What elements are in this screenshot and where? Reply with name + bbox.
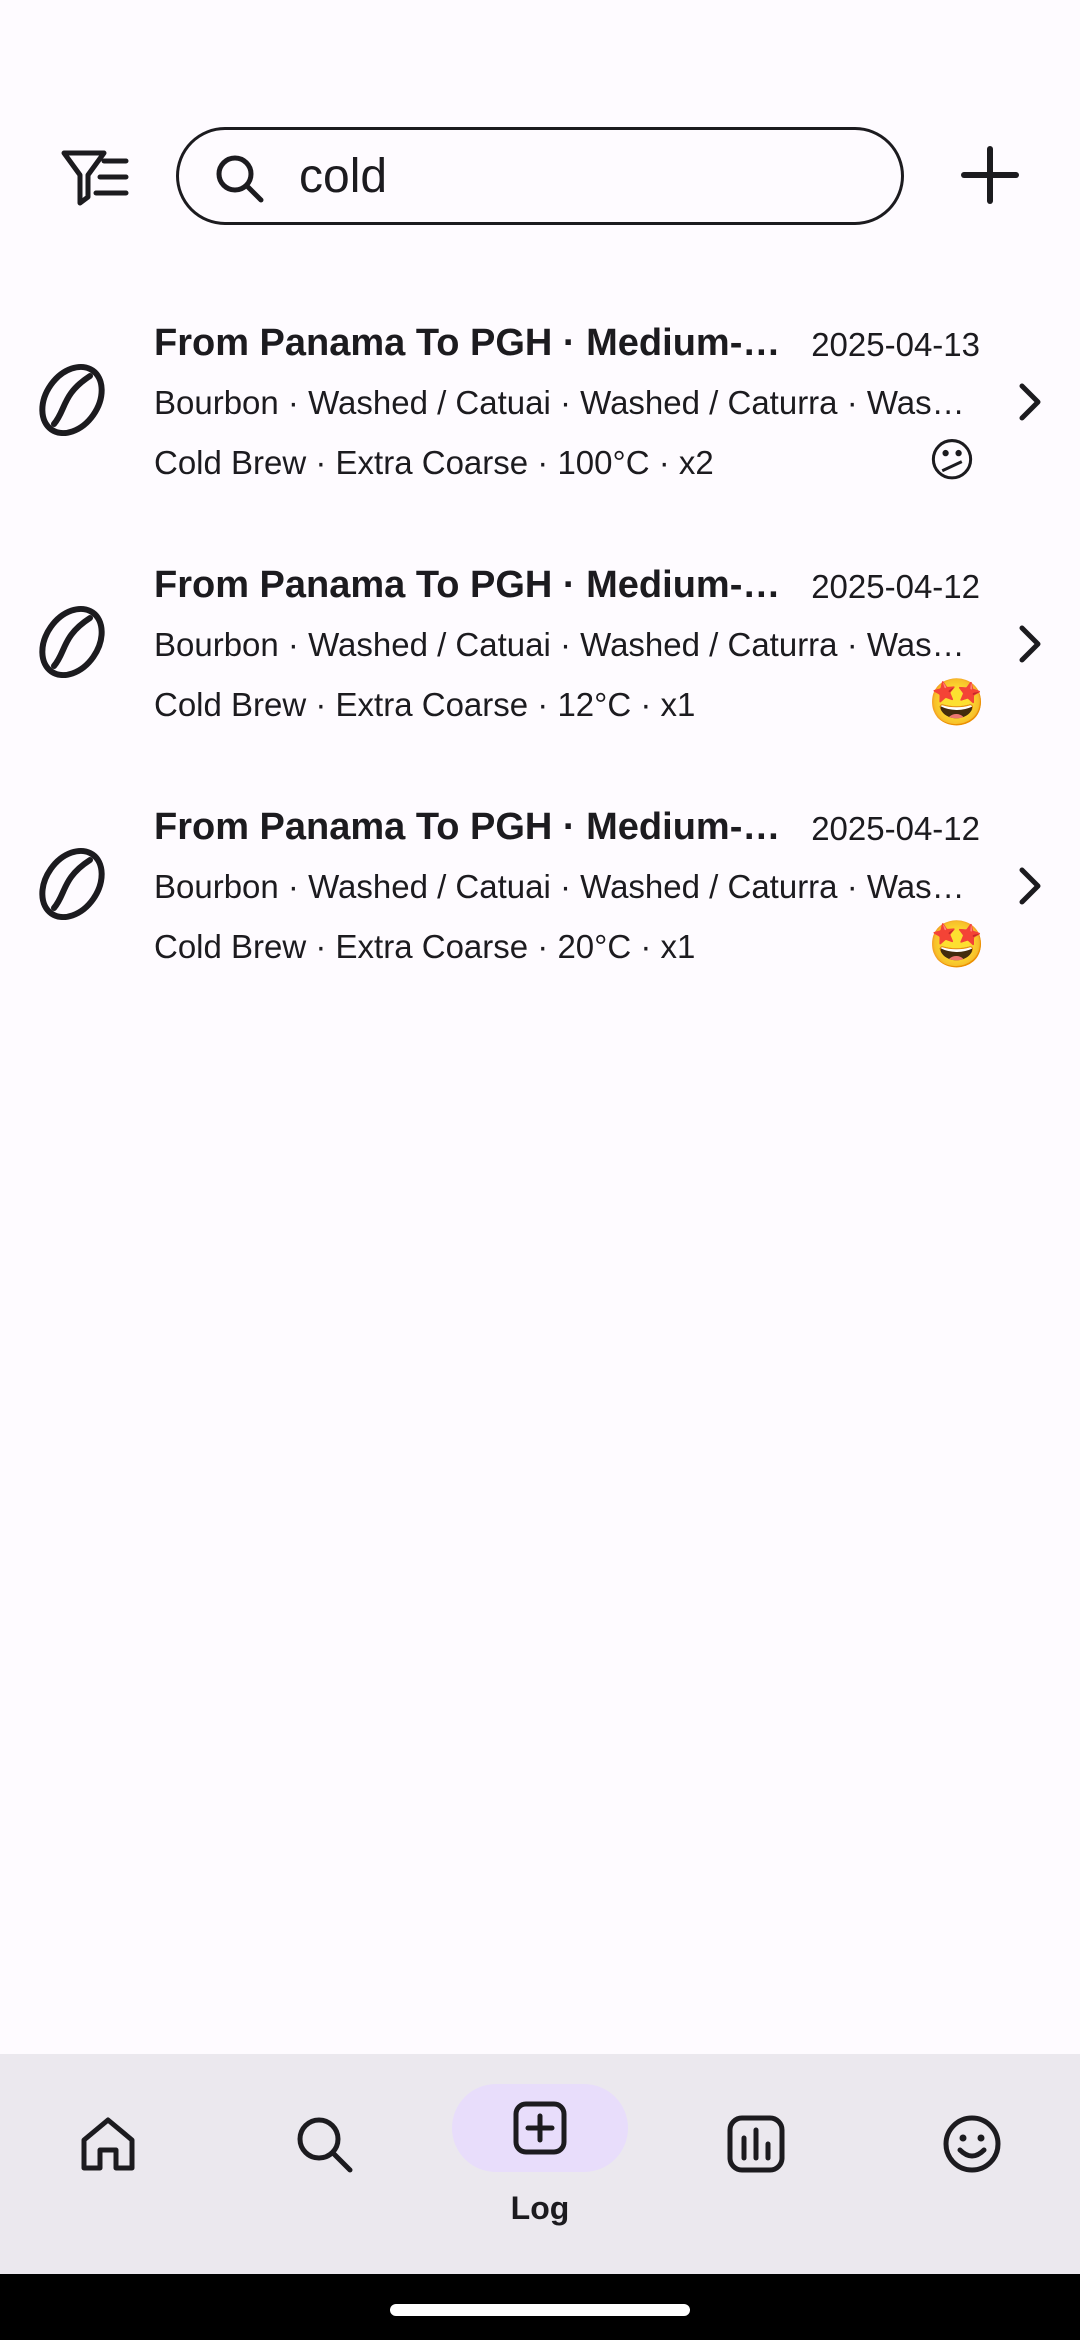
chevron-right-icon xyxy=(1019,625,1041,663)
list-item[interactable]: From Panama To PGH · Medium-Light 2025-0… xyxy=(0,784,1080,1026)
chevron-right-icon xyxy=(1019,383,1041,421)
nav-profile[interactable] xyxy=(892,2084,1052,2244)
rating-emoji: 😕 xyxy=(928,434,976,486)
rating-emoji: 🤩 xyxy=(928,676,986,728)
brew-list: From Panama To PGH · Medium-Light 2025-0… xyxy=(0,300,1080,1026)
search-icon xyxy=(297,2117,353,2173)
entry-title: From Panama To PGH · Medium-Light xyxy=(154,322,788,364)
bottom-navigation: Log xyxy=(0,2054,1080,2274)
entry-date: 2025-04-13 xyxy=(811,326,980,363)
entry-details: Cold Brew · Extra Coarse · 12°C · x1 xyxy=(154,686,696,723)
nav-log-label: Log xyxy=(510,2190,570,2226)
nav-search[interactable] xyxy=(244,2084,404,2244)
plus-icon xyxy=(961,146,1019,204)
search-input[interactable] xyxy=(299,130,859,222)
coffee-bean-icon xyxy=(39,605,105,679)
home-gesture-handle[interactable] xyxy=(390,2304,690,2316)
entry-title: From Panama To PGH · Medium-Light xyxy=(154,564,788,606)
coffee-bean-icon xyxy=(39,847,105,921)
system-gesture-bar xyxy=(0,2274,1080,2340)
nav-stats[interactable] xyxy=(676,2084,836,2244)
coffee-bean-icon xyxy=(39,363,105,437)
entry-varietals: Bourbon · Washed / Catuai · Washed / Cat… xyxy=(154,384,980,421)
add-button[interactable] xyxy=(950,135,1030,215)
list-item[interactable]: From Panama To PGH · Medium-Light 2025-0… xyxy=(0,542,1080,784)
home-icon xyxy=(81,2117,135,2171)
rating-emoji: 🤩 xyxy=(928,918,986,970)
filter-button[interactable] xyxy=(50,141,140,213)
entry-date: 2025-04-12 xyxy=(811,810,980,847)
nav-log[interactable]: Log xyxy=(452,2084,628,2244)
entry-details: Cold Brew · Extra Coarse · 100°C · x2 xyxy=(154,444,714,481)
nav-home[interactable] xyxy=(28,2084,188,2244)
entry-date: 2025-04-12 xyxy=(811,568,980,605)
chevron-right-icon xyxy=(1019,867,1041,905)
list-item[interactable]: From Panama To PGH · Medium-Light 2025-0… xyxy=(0,300,1080,542)
smiley-icon xyxy=(943,2115,1001,2173)
entry-title: From Panama To PGH · Medium-Light xyxy=(154,806,788,848)
filter-list-icon xyxy=(61,150,129,206)
nav-log-pill xyxy=(452,2084,628,2172)
search-bar[interactable] xyxy=(176,127,904,225)
add-box-icon xyxy=(513,2101,567,2155)
bar-chart-icon xyxy=(727,2115,785,2173)
entry-varietals: Bourbon · Washed / Catuai · Washed / Cat… xyxy=(154,626,980,663)
entry-details: Cold Brew · Extra Coarse · 20°C · x1 xyxy=(154,928,696,965)
search-icon xyxy=(216,155,264,203)
entry-varietals: Bourbon · Washed / Catuai · Washed / Cat… xyxy=(154,868,980,905)
top-bar xyxy=(0,127,1080,227)
screen: From Panama To PGH · Medium-Light 2025-0… xyxy=(0,0,1080,2340)
